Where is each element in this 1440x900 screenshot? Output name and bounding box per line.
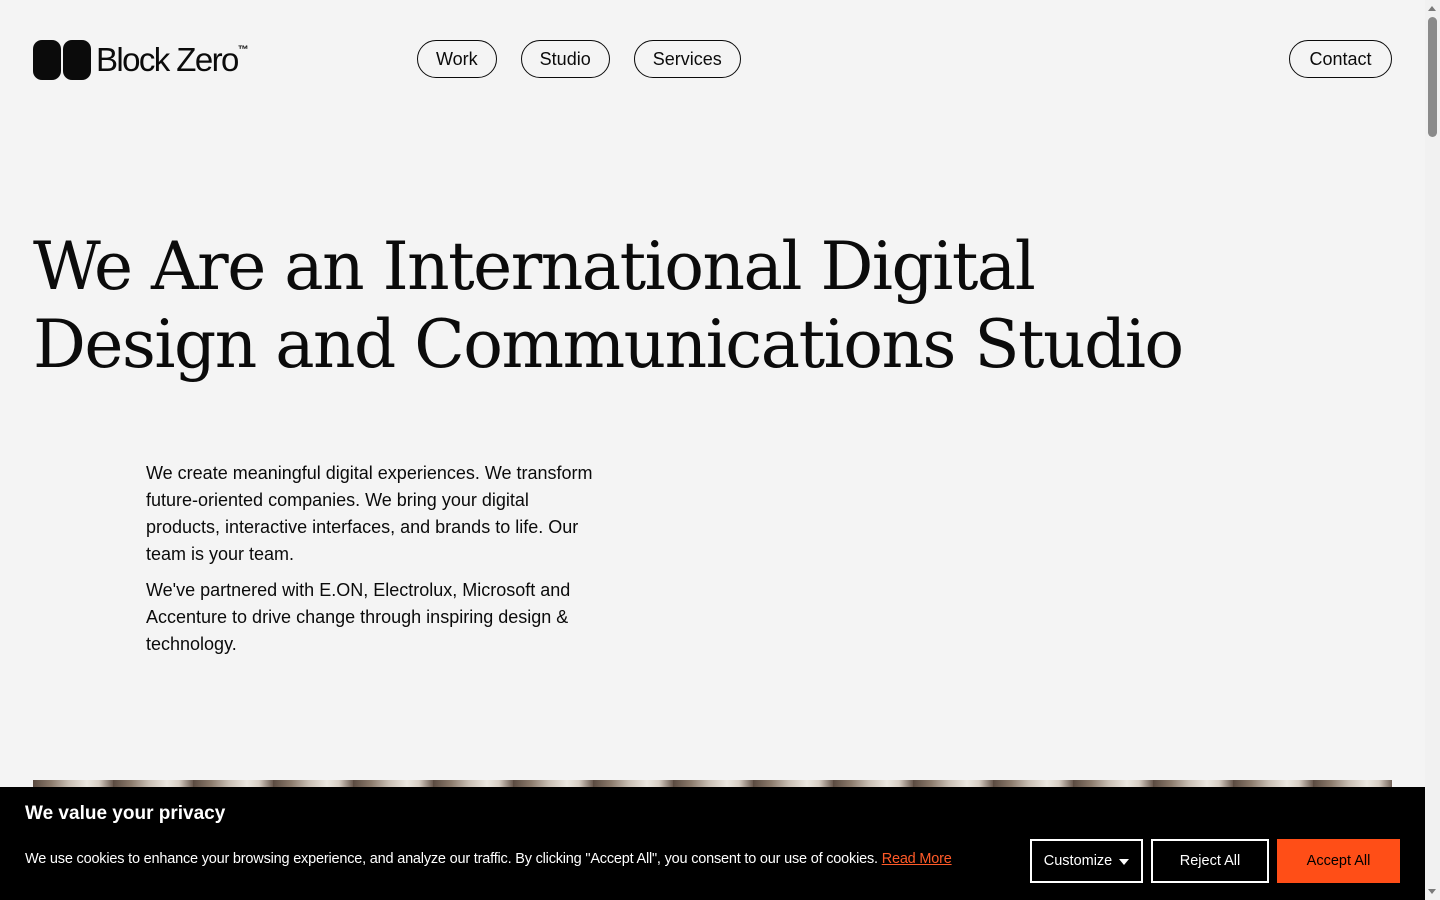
intro-paragraph-2: We've partnered with E.ON, Electrolux, M…	[146, 580, 571, 654]
nav-item-work[interactable]: Work	[417, 40, 497, 78]
page-scrollbar[interactable]	[1425, 0, 1440, 900]
reject-all-button[interactable]: Reject All	[1151, 839, 1269, 883]
caret-down-icon	[1119, 859, 1130, 865]
read-more-link[interactable]: Read More	[882, 851, 952, 867]
intro-paragraph-1: We create meaningful digital experiences…	[146, 463, 593, 564]
brand-logo[interactable]: Block Zero ™	[33, 40, 249, 80]
customize-button[interactable]: Customize	[1030, 839, 1143, 883]
accept-all-button[interactable]: Accept All	[1277, 839, 1400, 883]
cookie-banner: We value your privacy We use cookies to …	[0, 787, 1425, 900]
contact-button[interactable]: Contact	[1289, 40, 1392, 78]
nav-item-services[interactable]: Services	[633, 40, 741, 78]
brand-name: Block Zero	[96, 41, 239, 78]
nav-item-studio[interactable]: Studio	[520, 40, 610, 78]
scrollbar-thumb[interactable]	[1428, 17, 1437, 137]
cookie-banner-text: We use cookies to enhance your browsing …	[25, 851, 1015, 867]
hero-title: We Are an International Digital Design a…	[33, 228, 1233, 384]
hero-title-line-1: We Are an International Digital	[33, 228, 1036, 305]
main-nav: Work Studio Services	[417, 40, 741, 78]
scroll-down-arrow-icon[interactable]	[1428, 889, 1436, 894]
logo-mark-icon	[33, 40, 91, 80]
cookie-banner-title: We value your privacy	[25, 803, 226, 824]
site-header: Block Zero ™ Work Studio Services Contac…	[0, 0, 1425, 120]
scroll-up-arrow-icon[interactable]	[1428, 6, 1436, 11]
trademark-symbol: ™	[237, 44, 249, 56]
hero-title-line-2: Design and Communications Studio	[33, 306, 1184, 383]
intro-text: We create meaningful digital experiences…	[146, 460, 606, 667]
cookie-message: We use cookies to enhance your browsing …	[25, 851, 878, 867]
customize-label: Customize	[1043, 853, 1113, 869]
